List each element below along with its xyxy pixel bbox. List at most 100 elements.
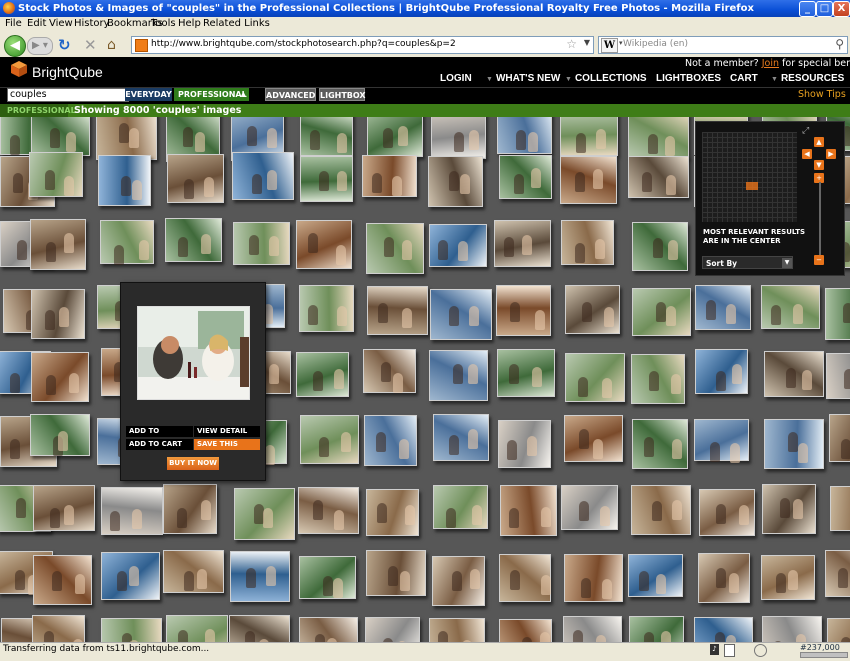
image-thumbnail[interactable]: [429, 224, 487, 267]
image-thumbnail[interactable]: [432, 556, 485, 606]
image-thumbnail[interactable]: [825, 288, 850, 340]
back-button[interactable]: ◀: [4, 35, 26, 57]
image-thumbnail[interactable]: [628, 156, 689, 198]
pan-right-icon[interactable]: ▶: [826, 149, 836, 159]
image-thumbnail[interactable]: [764, 419, 824, 469]
image-thumbnail[interactable]: [629, 616, 684, 642]
stop-icon[interactable]: ✕: [84, 35, 104, 55]
lightbox-button[interactable]: LIGHTBOX: [319, 88, 366, 101]
image-thumbnail[interactable]: [31, 352, 89, 402]
image-thumbnail[interactable]: [560, 156, 617, 204]
image-thumbnail[interactable]: [762, 616, 822, 642]
zoom-slider-track[interactable]: [819, 182, 821, 255]
image-thumbnail[interactable]: [31, 117, 90, 156]
nav-lightboxes[interactable]: LIGHTBOXES: [656, 73, 721, 84]
menu-tools[interactable]: Tools: [151, 18, 176, 29]
image-thumbnail[interactable]: [762, 484, 816, 534]
image-thumbnail[interactable]: [561, 485, 618, 530]
image-thumbnail[interactable]: [499, 155, 552, 199]
image-thumbnail[interactable]: [296, 220, 352, 269]
image-thumbnail[interactable]: [363, 349, 416, 393]
image-thumbnail[interactable]: [163, 484, 217, 534]
site-logo-text[interactable]: BrightQube: [32, 64, 103, 80]
nav-login[interactable]: LOGIN: [440, 73, 472, 84]
image-thumbnail[interactable]: [232, 152, 294, 200]
image-thumbnail[interactable]: [829, 414, 850, 462]
buy-it-now-button[interactable]: BUY IT NOW: [167, 457, 219, 470]
image-thumbnail[interactable]: [366, 550, 426, 596]
image-thumbnail[interactable]: [632, 222, 688, 271]
save-this-button[interactable]: SAVE THIS: [194, 439, 260, 450]
close-button[interactable]: X: [833, 1, 850, 17]
brightqube-logo-icon[interactable]: [10, 60, 28, 78]
image-thumbnail[interactable]: [431, 117, 486, 159]
image-thumbnail[interactable]: [30, 414, 90, 456]
forward-button[interactable]: ▶ ▾: [27, 37, 53, 55]
image-thumbnail[interactable]: [101, 487, 163, 535]
image-thumbnail[interactable]: [31, 289, 85, 339]
menu-view[interactable]: View: [49, 18, 73, 29]
image-thumbnail[interactable]: [33, 485, 95, 531]
tab-everyday[interactable]: EVERYDAY: [125, 88, 172, 101]
browser-search-box[interactable]: W ▾ Wikipedia (en) ⚲: [598, 36, 848, 54]
image-thumbnail[interactable]: [565, 353, 625, 402]
image-thumbnail[interactable]: [565, 285, 620, 334]
image-thumbnail[interactable]: [300, 117, 353, 156]
image-thumbnail[interactable]: [632, 288, 691, 336]
image-thumbnail[interactable]: [96, 117, 157, 160]
image-thumbnail[interactable]: [167, 154, 224, 203]
nav-cart[interactable]: CART: [730, 73, 758, 84]
image-thumbnail[interactable]: [430, 289, 492, 340]
image-thumbnail[interactable]: [632, 419, 688, 469]
pan-down-icon[interactable]: ▼: [814, 160, 824, 170]
menu-help[interactable]: Help: [178, 18, 201, 29]
navigator-map[interactable]: [702, 132, 797, 222]
image-thumbnail[interactable]: [628, 554, 683, 597]
image-thumbnail[interactable]: [298, 487, 359, 534]
tab-professional[interactable]: PROFESSIONAL ▲: [174, 88, 249, 101]
image-thumbnail[interactable]: [695, 285, 751, 330]
image-thumbnail[interactable]: [300, 156, 353, 202]
image-thumbnail[interactable]: [694, 617, 753, 642]
image-thumbnail[interactable]: [362, 155, 417, 197]
image-thumbnail[interactable]: [694, 419, 749, 463]
search-engine-dropdown-icon[interactable]: ▾: [619, 39, 623, 47]
image-thumbnail[interactable]: [825, 550, 850, 597]
minimize-button[interactable]: _: [799, 1, 816, 17]
image-search-input[interactable]: couples: [7, 88, 129, 102]
wikipedia-icon[interactable]: W: [601, 38, 618, 53]
add-to-cart-button[interactable]: ADD TO CART: [126, 439, 193, 450]
image-thumbnail[interactable]: [300, 415, 359, 464]
image-thumbnail[interactable]: [165, 218, 222, 262]
expand-icon[interactable]: ⤢: [802, 126, 809, 136]
image-thumbnail[interactable]: [631, 354, 685, 404]
image-thumbnail[interactable]: [166, 615, 228, 642]
image-thumbnail[interactable]: [101, 552, 160, 600]
image-thumbnail[interactable]: [695, 349, 748, 394]
add-to-lightbox-button[interactable]: ADD TO LIGHTBOX: [126, 426, 193, 446]
image-thumbnail[interactable]: [433, 485, 488, 529]
image-thumbnail[interactable]: [560, 117, 618, 156]
image-thumbnail[interactable]: [367, 117, 423, 157]
image-thumbnail[interactable]: [101, 618, 162, 642]
join-link[interactable]: Join: [762, 58, 779, 69]
image-thumbnail[interactable]: [299, 556, 356, 599]
image-thumbnail[interactable]: [497, 349, 555, 397]
nav-collections[interactable]: ▼ COLLECTIONS: [565, 73, 647, 84]
image-thumbnail[interactable]: [564, 554, 623, 602]
image-thumbnail[interactable]: [500, 485, 557, 536]
image-thumbnail[interactable]: [564, 415, 623, 462]
reload-icon[interactable]: ↻: [58, 35, 78, 55]
image-thumbnail[interactable]: [234, 488, 295, 540]
image-thumbnail[interactable]: [830, 486, 850, 531]
image-thumbnail[interactable]: [296, 352, 349, 397]
image-thumbnail[interactable]: [29, 152, 83, 197]
image-thumbnail[interactable]: [499, 554, 551, 602]
menu-history[interactable]: History: [74, 18, 110, 29]
navigator-viewport-marker[interactable]: [746, 182, 758, 190]
image-thumbnail[interactable]: [761, 285, 820, 329]
image-thumbnail[interactable]: [229, 615, 290, 642]
address-bar[interactable]: http://www.brightqube.com/stockphotosear…: [131, 36, 594, 54]
image-thumbnail[interactable]: [429, 618, 485, 642]
image-thumbnail[interactable]: [299, 617, 358, 642]
